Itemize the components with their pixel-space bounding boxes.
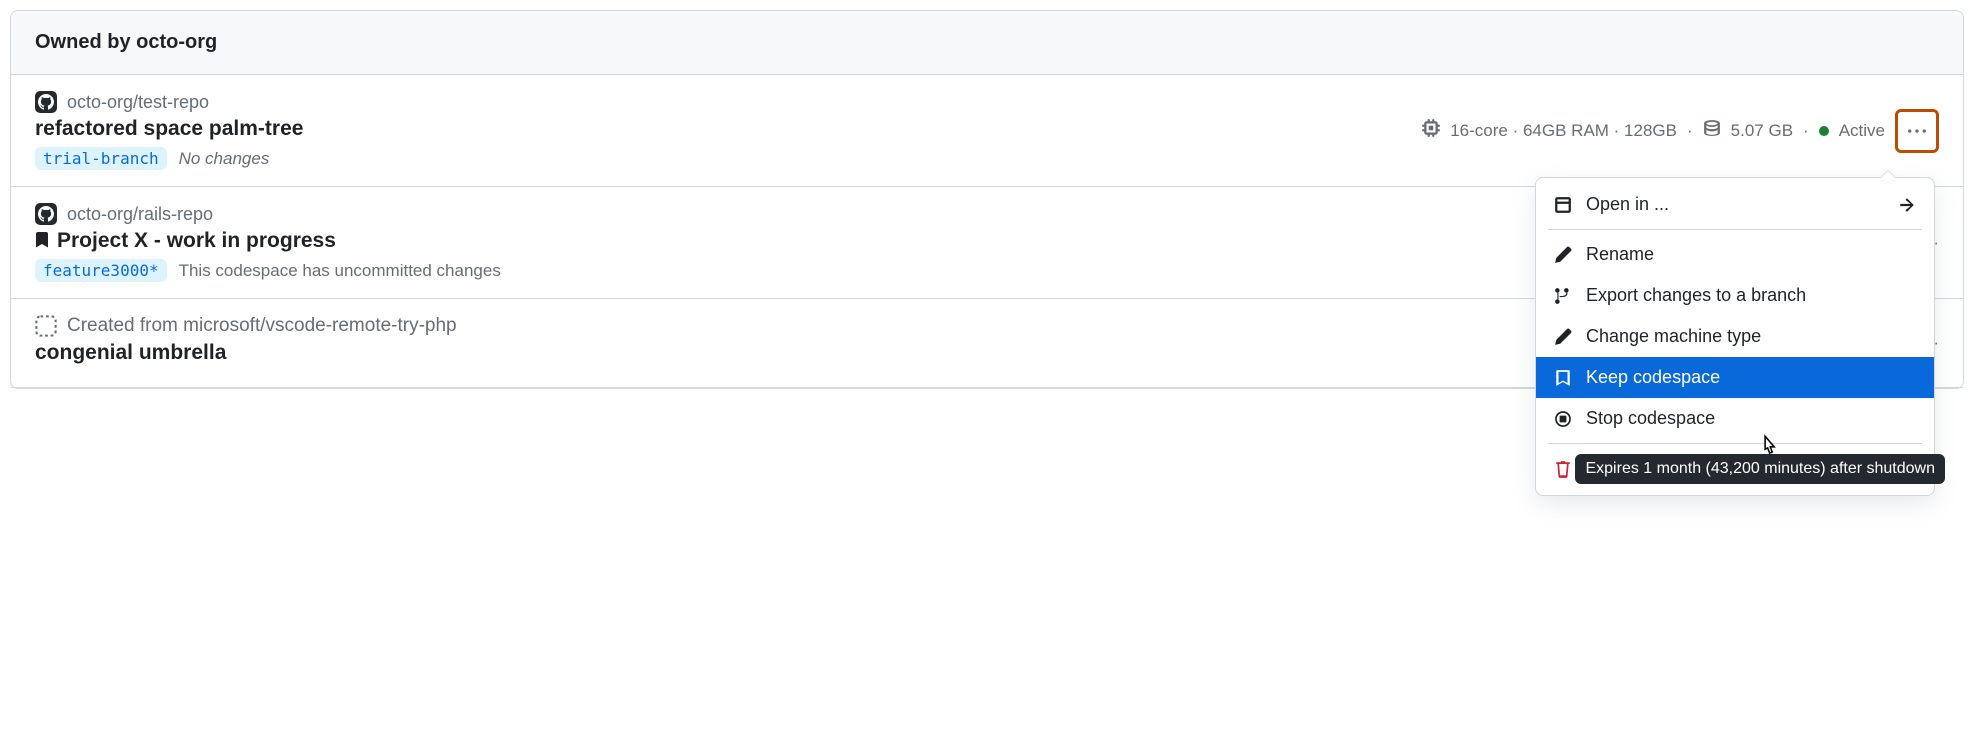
menu-label: Stop codespace bbox=[1586, 408, 1715, 429]
owner-title: Owned by octo-org bbox=[35, 31, 1939, 54]
spec-text: 16-core · 64GB RAM · 128GB bbox=[1450, 121, 1677, 141]
expiry-tooltip: Expires 1 month (43,200 minutes) after s… bbox=[1575, 454, 1945, 484]
branch-chip[interactable]: trial-branch bbox=[35, 147, 167, 170]
status-text: Active bbox=[1839, 121, 1885, 141]
actions-dropdown: Open in ... Rename Export changes to a b… bbox=[1535, 177, 1935, 496]
menu-rename[interactable]: Rename bbox=[1536, 234, 1934, 275]
menu-keep-codespace[interactable]: Keep codespace bbox=[1536, 357, 1934, 398]
panel-header: Owned by octo-org bbox=[11, 11, 1963, 75]
template-icon bbox=[35, 315, 57, 337]
created-from-text: Created from microsoft/vscode-remote-try… bbox=[67, 315, 457, 337]
codespace-name[interactable]: Project X - work in progress bbox=[57, 229, 336, 253]
codespaces-panel: Owned by octo-org octo-org/test-repo ref… bbox=[10, 10, 1964, 389]
menu-export-branch[interactable]: Export changes to a branch bbox=[1536, 275, 1934, 316]
codespace-name[interactable]: congenial umbrella bbox=[35, 341, 226, 365]
arrow-right-icon bbox=[1898, 196, 1916, 214]
storage-text: 5.07 GB bbox=[1731, 121, 1793, 141]
bookmark-icon bbox=[35, 232, 49, 251]
branch-status: No changes bbox=[179, 149, 270, 169]
branch-status: This codespace has uncommitted changes bbox=[179, 261, 501, 281]
cpu-icon bbox=[1422, 119, 1440, 142]
repo-name[interactable]: octo-org/test-repo bbox=[67, 92, 209, 113]
actions-menu-button[interactable] bbox=[1895, 109, 1939, 153]
codespace-name[interactable]: refactored space palm-tree bbox=[35, 117, 303, 141]
branch-chip[interactable]: feature3000* bbox=[35, 259, 167, 282]
codespace-row: octo-org/test-repo refactored space palm… bbox=[11, 75, 1963, 187]
status-dot-icon bbox=[1819, 126, 1829, 136]
repo-name[interactable]: octo-org/rails-repo bbox=[67, 204, 213, 225]
menu-label: Change machine type bbox=[1586, 326, 1761, 347]
menu-label: Export changes to a branch bbox=[1586, 285, 1806, 306]
github-icon bbox=[35, 91, 57, 113]
github-icon bbox=[35, 203, 57, 225]
database-icon bbox=[1703, 119, 1721, 142]
menu-label: Open in ... bbox=[1586, 194, 1669, 215]
menu-stop-codespace[interactable]: Stop codespace bbox=[1536, 398, 1934, 439]
menu-label: Keep codespace bbox=[1586, 367, 1720, 388]
menu-open-in[interactable]: Open in ... bbox=[1536, 184, 1934, 225]
menu-label: Rename bbox=[1586, 244, 1654, 265]
menu-change-machine[interactable]: Change machine type bbox=[1536, 316, 1934, 357]
